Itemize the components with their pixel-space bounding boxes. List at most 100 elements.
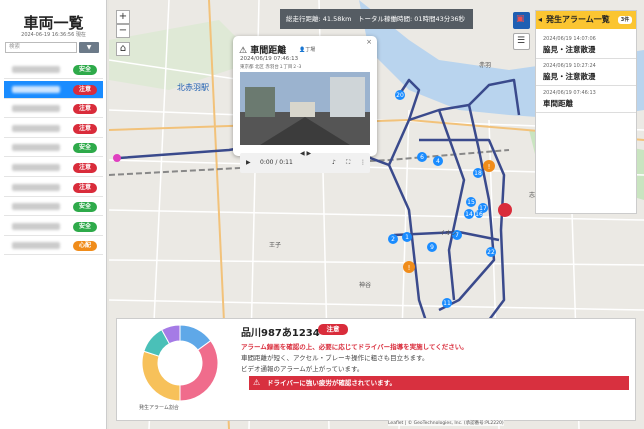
status-badge: 注意 — [73, 123, 97, 134]
warning-icon: ⚠ — [253, 378, 261, 387]
vehicle-name-redacted — [12, 105, 60, 113]
alarm-video[interactable] — [240, 72, 370, 145]
vehicle-row[interactable]: 安全 — [4, 139, 103, 158]
status-badge: 心配 — [73, 241, 97, 252]
list-icon: ☰ — [517, 36, 526, 46]
home-icon: ⌂ — [119, 43, 127, 54]
chevron-left-icon: ◂ — [538, 15, 543, 24]
sidebar-title: 車両一覧 — [23, 14, 84, 32]
svg-text:18: 18 — [474, 170, 482, 177]
alarm-time: 2024/06/19 14:07:06 — [543, 36, 596, 42]
vehicle-name-redacted — [12, 164, 60, 171]
donut-label: 発生アラーム割合 — [139, 405, 179, 411]
trip-stats-bar: 総走行距離: 41.58km トータル稼働時間: 01時間43分36秒 — [280, 9, 473, 29]
status-badge: 注意 — [318, 324, 348, 335]
status-badge: 安全 — [73, 221, 97, 232]
list-toggle-button[interactable]: ☰ — [513, 33, 530, 50]
svg-text:9: 9 — [430, 244, 434, 251]
vehicle-row[interactable]: 注意 — [4, 100, 103, 119]
popup-pager[interactable]: ◀ ▶ — [300, 150, 311, 157]
svg-text:14: 14 — [465, 211, 473, 218]
alarm-label: 脇見・注意散漫 — [543, 45, 596, 54]
vehicle-row[interactable]: 安全 — [4, 218, 103, 236]
vehicle-detail-panel: 発生アラーム割合 品川987あ1234 注意 アラーム録画を確認の上、必要に応じ… — [116, 318, 636, 421]
fatigue-warning: ⚠ ドライバーに強い疲労が確認されています。 — [249, 376, 629, 390]
alarm-list-panel: ◂ 発生アラーム一覧 3件 2024/06/19 14:07:06 脇見・注意散漫 20… — [535, 10, 637, 214]
vehicle-row[interactable]: 注意 — [4, 80, 103, 99]
volume-icon[interactable]: ♪ — [332, 153, 336, 173]
svg-text:!: ! — [488, 163, 491, 171]
vehicle-name-redacted — [12, 144, 60, 152]
map-label-akabane: 赤羽 — [479, 62, 492, 69]
svg-text:1: 1 — [405, 234, 409, 241]
fullscreen-icon[interactable]: ⛶ — [346, 153, 350, 173]
play-icon[interactable]: ▶ — [246, 153, 251, 173]
alarm-item[interactable]: 2024/06/19 14:07:06 脇見・注意散漫 — [536, 31, 636, 59]
svg-text:!: ! — [408, 264, 411, 272]
video-time: 0:00 / 0:11 — [260, 159, 293, 166]
svg-text:2: 2 — [391, 236, 395, 243]
home-button[interactable]: ⌂ — [116, 42, 130, 56]
status-badge: 安全 — [73, 202, 97, 213]
filter-button[interactable]: ▼ — [79, 42, 99, 53]
vehicle-name-redacted — [12, 66, 60, 73]
detail-line-2: ビデオ通報のアラームが上がっています。 — [241, 365, 364, 373]
alarm-label: 車間距離 — [543, 99, 573, 108]
svg-text:16: 16 — [475, 211, 483, 218]
alarm-count: 3件 — [618, 16, 632, 24]
vehicle-name-redacted — [12, 183, 60, 191]
detail-line-1: 車間距離が短く、アクセル・ブレーキ操作に粗さも目立ちます。 — [241, 354, 429, 362]
popup-time: 2024/06/19 07:46:13 — [240, 56, 299, 62]
alarm-time: 2024/06/19 07:46:13 — [543, 90, 596, 96]
vehicle-row[interactable]: 安全 — [4, 198, 103, 217]
vehicle-row[interactable]: 注意 — [4, 120, 103, 138]
map-label-oji: 王子 — [269, 242, 282, 249]
popup-title: ⚠ 車間距離 — [239, 46, 287, 56]
vehicle-toggle-button[interactable]: ▣ — [513, 12, 530, 29]
search-input[interactable]: 検索 — [5, 42, 77, 53]
svg-text:22: 22 — [487, 249, 495, 256]
car-icon: ▣ — [516, 14, 525, 24]
vehicle-row[interactable]: 心配 — [4, 237, 103, 256]
status-badge: 安全 — [73, 65, 97, 75]
map-label-aeon: イオン — [439, 230, 458, 237]
status-badge: 注意 — [73, 163, 97, 173]
alarm-item[interactable]: 2024/06/19 10:27:24 脇見・注意散漫 — [536, 58, 636, 86]
instruction-message: アラーム録画を確認の上、必要に応じてドライバー指導を実施してください。 — [241, 343, 468, 351]
status-badge: 注意 — [73, 104, 97, 115]
vehicle-name-redacted — [12, 85, 60, 93]
zoom-in-button[interactable]: + — [116, 10, 130, 24]
alarm-popup: ⚠ 車間距離 👤丁場 × 2024/06/19 07:46:13 東京都 北区 … — [233, 36, 377, 173]
status-badge: 注意 — [73, 84, 97, 95]
alarm-time: 2024/06/19 10:27:24 — [543, 63, 596, 69]
sidebar-updated-time: 2024-06-19 16:36:56 現在 — [21, 32, 86, 38]
alarm-list-header[interactable]: ◂ 発生アラーム一覧 3件 — [536, 11, 636, 29]
alarm-donut-chart — [141, 324, 219, 402]
vehicle-row[interactable]: 安全 — [4, 61, 103, 79]
donut-slice — [179, 339, 219, 402]
vehicle-name-redacted — [12, 124, 60, 132]
status-badge: 注意 — [73, 182, 97, 193]
vehicle-row[interactable]: 注意 — [4, 179, 103, 197]
svg-text:15: 15 — [467, 199, 475, 206]
warning-icon: ⚠ — [239, 46, 248, 56]
vehicle-sidebar: 車両一覧 2024-06-19 16:36:56 現在 検索 ▼ 安全 注意 注意注… — [0, 0, 107, 429]
vehicle-name-redacted — [12, 242, 60, 250]
alarm-label: 脇見・注意散漫 — [543, 72, 596, 81]
svg-text:4: 4 — [436, 158, 440, 165]
svg-text:20: 20 — [396, 92, 404, 99]
vehicle-plate: 品川987あ1234 — [241, 328, 320, 339]
more-icon[interactable]: ⋮ — [360, 153, 366, 173]
svg-text:6: 6 — [420, 154, 424, 161]
status-badge: 安全 — [73, 143, 97, 154]
map-attribution[interactable]: Leaflet | © GeoTechnologies, Inc. (承認番号:… — [388, 420, 504, 426]
map-label-kitaakabane: 北赤羽駅 — [177, 83, 209, 92]
alarm-item[interactable]: 2024/06/19 07:46:13 車間距離 — [536, 85, 636, 113]
donut-slice — [141, 350, 181, 402]
close-icon[interactable]: × — [366, 38, 372, 46]
vehicle-name-redacted — [12, 222, 60, 230]
vehicle-row[interactable]: 注意 — [4, 159, 103, 177]
zoom-out-button[interactable]: − — [116, 24, 130, 38]
svg-text:11: 11 — [443, 300, 451, 307]
popup-driver: 👤丁場 — [299, 47, 316, 53]
